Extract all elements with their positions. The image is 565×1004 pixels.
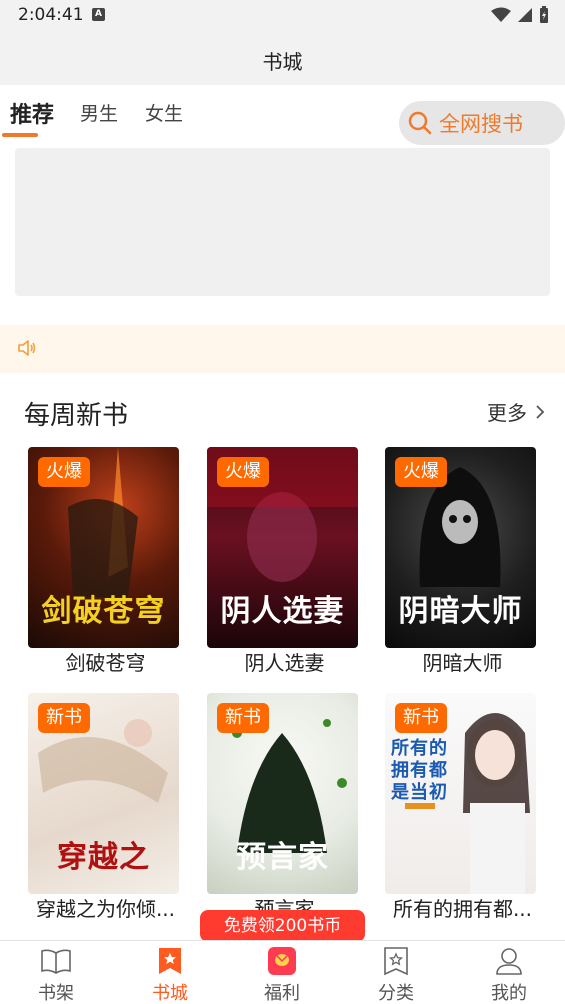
book-cover[interactable]: 新书 预言家 (207, 693, 358, 894)
battery-icon (540, 6, 548, 23)
book-card[interactable]: 火爆 阴暗大师 阴暗大师 (385, 447, 536, 675)
hot-badge: 火爆 (217, 457, 269, 487)
nav-welfare[interactable]: 福利 (242, 945, 322, 1004)
wifi-icon (491, 7, 511, 22)
book-open-icon (41, 949, 71, 974)
search-button[interactable]: 全网搜书 (399, 101, 565, 145)
chevron-right-icon (536, 404, 545, 419)
nav-label: 我的 (491, 983, 527, 1004)
cover-title: 阴人选妻 (220, 594, 345, 629)
nav-profile[interactable]: 我的 (469, 945, 549, 1004)
section-title: 每周新书 (24, 401, 129, 431)
free-coins-promo-button[interactable]: 免费领200书币 (200, 910, 365, 942)
book-cover[interactable]: 火爆 阴暗大师 (385, 447, 536, 648)
nav-label: 福利 (264, 983, 300, 1004)
user-icon (496, 948, 522, 975)
book-card[interactable]: 火爆 剑破苍穹 剑破苍穹 (28, 447, 179, 675)
status-time: 2:04:41 (18, 5, 84, 25)
new-badge: 新书 (395, 703, 447, 733)
book-title: 所有的拥有都... (392, 897, 533, 921)
book-card[interactable]: 新书 所有的拥有都是当初 所有的拥有都... (385, 693, 536, 921)
category-star-icon (384, 947, 408, 976)
nav-label: 分类 (378, 983, 414, 1004)
book-title: 阴人选妻 (244, 651, 325, 675)
new-badge: 新书 (38, 703, 90, 733)
nav-category[interactable]: 分类 (356, 945, 436, 1004)
book-cover[interactable]: 火爆 阴人选妻 (207, 447, 358, 648)
title-bar: 书城 (0, 30, 565, 85)
bookmark-star-icon (159, 948, 181, 974)
new-badge: 新书 (217, 703, 269, 733)
nav-bookshelf[interactable]: 书架 (16, 945, 96, 1004)
cover-title: 所有的拥有都是当初 (391, 738, 448, 803)
book-title: 穿越之为你倾... (35, 897, 176, 921)
book-card[interactable]: 新书 穿越之 穿越之为你倾... (28, 693, 179, 921)
cover-title: 预言家 (236, 840, 329, 875)
tab-indicator (2, 133, 38, 137)
book-title: 阴暗大师 (422, 651, 503, 675)
speaker-icon (18, 340, 36, 356)
system-icons (491, 6, 549, 24)
signal-icon (518, 8, 532, 22)
bottom-navigation: 书架 书城 福利 分类 我的 (0, 940, 565, 1004)
tab-male[interactable]: 男生 (80, 99, 118, 126)
hot-badge: 火爆 (395, 457, 447, 487)
book-cover[interactable]: 火爆 剑破苍穹 (28, 447, 179, 648)
nav-label: 书城 (152, 983, 188, 1004)
book-card[interactable]: 火爆 阴人选妻 阴人选妻 (207, 447, 358, 675)
notification-a-icon: A (92, 8, 105, 21)
nav-bookstore[interactable]: 书城 (130, 945, 210, 1004)
hot-badge: 火爆 (38, 457, 90, 487)
more-label: 更多 (487, 401, 527, 425)
book-title: 剑破苍穹 (65, 651, 146, 675)
notice-bar[interactable] (0, 325, 565, 373)
cover-title: 阴暗大师 (398, 594, 523, 629)
book-cover[interactable]: 新书 所有的拥有都是当初 (385, 693, 536, 894)
nav-label: 书架 (38, 983, 74, 1004)
gift-icon (268, 947, 296, 975)
tab-recommend[interactable]: 推荐 (10, 97, 54, 129)
banner-carousel[interactable] (15, 148, 550, 296)
cover-title: 剑破苍穹 (41, 594, 166, 629)
search-icon (408, 111, 432, 135)
book-cover[interactable]: 新书 穿越之 (28, 693, 179, 894)
weekly-new-books-header: 每周新书 更多 (0, 385, 565, 440)
page-title: 书城 (262, 50, 303, 74)
more-button[interactable]: 更多 (487, 397, 545, 426)
book-card[interactable]: 新书 预言家 预言家 (207, 693, 358, 921)
status-bar: 2:04:41 A (0, 0, 565, 30)
search-label: 全网搜书 (439, 112, 523, 136)
tab-female[interactable]: 女生 (145, 99, 183, 126)
cover-title: 穿越之 (57, 840, 150, 875)
